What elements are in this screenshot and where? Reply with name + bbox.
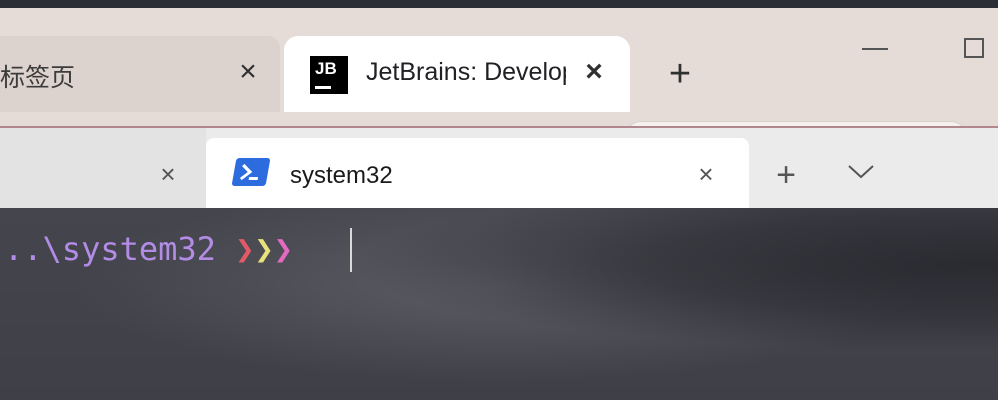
jetbrains-favicon-icon: JB — [310, 56, 348, 94]
text-cursor — [350, 228, 352, 272]
terminal-window: × system32 × + ..\system32 ❯❯❯ — [0, 126, 998, 400]
browser-tab-label: 标签页 — [0, 64, 76, 92]
browser-tab-active[interactable]: JB JetBrains: Developer Tools for Profes… — [284, 36, 630, 112]
terminal-tab-inactive[interactable]: × — [0, 128, 206, 208]
prompt-path: ..\system32 — [4, 230, 236, 268]
terminal-new-tab-button[interactable]: + — [768, 158, 804, 194]
browser-tab-close-icon[interactable]: × — [576, 54, 612, 90]
minimize-icon[interactable] — [862, 48, 888, 50]
terminal-tab-close-icon[interactable]: × — [690, 158, 722, 190]
browser-new-tab-button[interactable]: + — [660, 54, 700, 94]
terminal-window-border — [0, 126, 998, 128]
terminal-tab-bar: × system32 × + — [0, 128, 998, 210]
prompt-chevron: ❯ — [235, 230, 255, 268]
powershell-icon — [231, 158, 271, 186]
prompt-chevron: ❯ — [273, 230, 293, 268]
title-strip — [0, 0, 998, 8]
prompt-chevron: ❯ — [254, 230, 274, 268]
maximize-icon[interactable] — [964, 38, 984, 58]
browser-tab-label: JetBrains: Developer Tools for Professio… — [366, 58, 566, 86]
terminal-output[interactable]: ..\system32 ❯❯❯ — [0, 208, 998, 400]
browser-tab-close-icon[interactable]: × — [230, 54, 266, 90]
browser-tab-inactive[interactable]: 标签页 × — [0, 36, 280, 112]
terminal-tab-label: system32 — [290, 162, 393, 189]
chevron-down-icon[interactable] — [845, 156, 877, 188]
terminal-tab-active[interactable]: system32 × — [206, 138, 749, 210]
terminal-tab-close-icon[interactable]: × — [152, 158, 184, 190]
browser-tab-strip: 标签页 × JB JetBrains: Developer Tools for … — [0, 8, 998, 153]
shell-prompt: ..\system32 ❯❯❯ — [4, 230, 293, 268]
